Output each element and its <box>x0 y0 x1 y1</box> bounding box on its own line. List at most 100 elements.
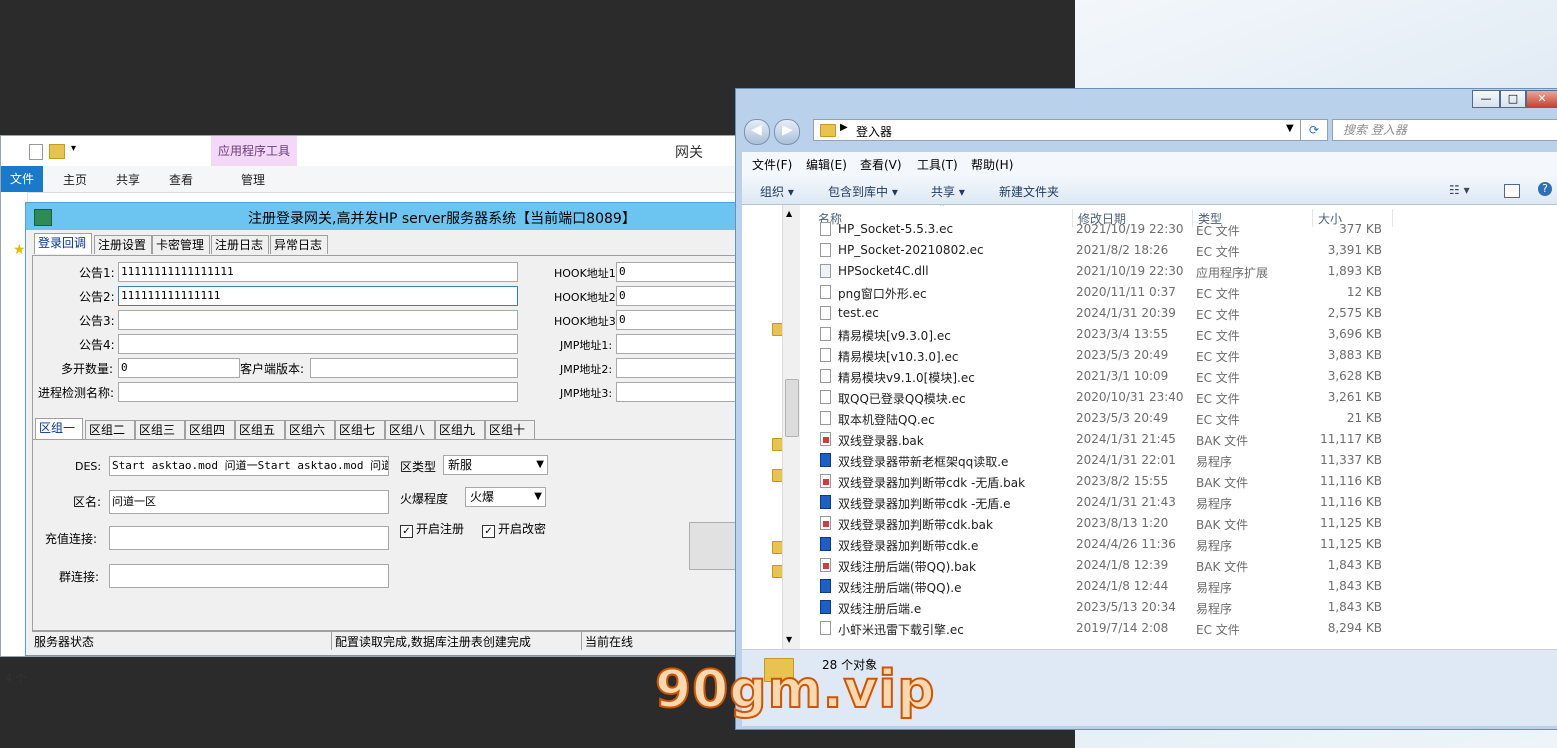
file-row[interactable]: 小虾米迅雷下载引擎.ec 2019/7/14 2:08 EC 文件 8,294 KB <box>800 618 1557 639</box>
recharge-input[interactable] <box>109 526 389 550</box>
status-bar: 服务器状态 配置读取完成,数据库注册表创建完成 当前在线 <box>32 631 741 650</box>
menu-help[interactable]: 帮助(H) <box>971 156 1013 173</box>
notice1-input[interactable]: 11111111111111111 <box>118 262 518 282</box>
tab-error-log[interactable]: 异常日志 <box>270 235 328 254</box>
file-row[interactable]: 双线注册后端.e 2023/5/13 20:34 易程序 1,843 KB <box>800 597 1557 618</box>
notice2-input[interactable]: 111111111111111 <box>118 286 518 306</box>
include-library-button[interactable]: 包含到库中 ▾ <box>828 183 898 200</box>
file-row[interactable]: 双线登录器加判断带cdk.e 2024/4/26 11:36 易程序 11,125 K… <box>800 534 1557 555</box>
tab-home[interactable]: 主页 <box>63 171 87 188</box>
file-row[interactable]: 双线注册后端(带QQ).bak 2024/1/8 12:39 BAK 文件 1,843… <box>800 555 1557 576</box>
file-row[interactable]: 双线登录器加判断带cdk.bak 2023/8/13 1:20 BAK 文件 11,1… <box>800 513 1557 534</box>
group-input[interactable] <box>109 564 389 588</box>
tab-register-settings[interactable]: 注册设置 <box>94 235 152 254</box>
tab-login-callback[interactable]: 登录回调 <box>34 233 92 254</box>
tab-zone-5[interactable]: 区组五 <box>235 420 285 439</box>
address-bar[interactable]: ▶ 登入器 ▼ <box>813 119 1301 141</box>
notice4-input[interactable] <box>118 334 518 354</box>
file-name: 双线登录器带新老框架qq读取.e <box>838 455 1009 469</box>
tab-file[interactable]: 文件 <box>1 166 43 192</box>
preview-pane-icon[interactable] <box>1504 184 1520 198</box>
minimize-button[interactable]: — <box>1472 90 1500 108</box>
file-row[interactable]: 精易模块v9.1.0[模块].ec 2021/3/1 10:09 EC 文件 3,62… <box>800 366 1557 387</box>
file-row[interactable]: 精易模块[v10.3.0].ec 2023/5/3 20:49 EC 文件 3,883… <box>800 345 1557 366</box>
tab-card-manage[interactable]: 卡密管理 <box>152 235 210 254</box>
hook2-input[interactable]: 0 <box>616 286 736 306</box>
zone-name-label: 区名: <box>73 495 102 509</box>
favorites-star-icon[interactable]: ★ <box>13 242 26 258</box>
file-row[interactable]: HPSocket4C.dll 2021/10/19 22:30 应用程序扩展 1,89… <box>800 261 1557 282</box>
file-row[interactable]: HP_Socket-5.5.3.ec 2021/10/19 22:30 EC 文件 3… <box>800 219 1557 240</box>
tab-zone-1[interactable]: 区组一 <box>35 418 83 439</box>
refresh-icon[interactable]: ⟳ <box>1300 119 1328 141</box>
file-row[interactable]: HP_Socket-20210802.ec 2021/8/2 18:26 EC 文件… <box>800 240 1557 261</box>
file-row[interactable]: 取本机登陆QQ.ec 2023/5/3 20:49 EC 文件 21 KB <box>800 408 1557 429</box>
organize-button[interactable]: 组织 ▾ <box>760 183 794 200</box>
tab-view[interactable]: 查看 <box>169 171 193 188</box>
file-list: 名称 ⌃ 修改日期 类型 大小 HP_Socket-5.5.3.ec 2021/1… <box>800 205 1557 649</box>
view-options-icon[interactable]: ☷ ▾ <box>1449 183 1470 197</box>
client-version-input[interactable] <box>310 358 518 378</box>
menu-file[interactable]: 文件(F) <box>752 156 792 173</box>
new-folder-icon[interactable] <box>49 144 65 159</box>
scroll-up-icon[interactable]: ▲ <box>786 209 792 218</box>
scroll-thumb[interactable] <box>785 379 799 437</box>
file-row[interactable]: 双线登录器加判断带cdk -无盾.e 2024/1/31 21:43 易程序 11,1… <box>800 492 1557 513</box>
tab-zone-2[interactable]: 区组二 <box>85 420 135 439</box>
multi-open-input[interactable]: 0 <box>118 358 240 378</box>
tab-zone-9[interactable]: 区组九 <box>435 420 485 439</box>
new-folder-button[interactable]: 新建文件夹 <box>999 183 1059 200</box>
tab-zone-7[interactable]: 区组七 <box>335 420 385 439</box>
sort-ascending-icon: ⌃ <box>938 205 946 213</box>
file-row[interactable]: 精易模块[v9.3.0].ec 2023/3/4 13:55 EC 文件 3,696 … <box>800 324 1557 345</box>
breadcrumb-arrow-icon[interactable]: ▶ <box>840 122 848 133</box>
open-change-pass-checkbox[interactable]: ✓ 开启改密 <box>482 520 546 538</box>
file-row[interactable]: 双线登录器加判断带cdk -无盾.bak 2023/8/2 15:55 BAK 文件… <box>800 471 1557 492</box>
tab-zone-8[interactable]: 区组八 <box>385 420 435 439</box>
file-row[interactable]: 双线登录器.bak 2024/1/31 21:45 BAK 文件 11,117 KB <box>800 429 1557 450</box>
des-input[interactable]: Start asktao.mod 问道一Start asktao.mod 问道一 <box>109 456 389 476</box>
menu-view[interactable]: 查看(V) <box>860 156 902 173</box>
file-row[interactable]: 双线登录器带新老框架qq读取.e 2024/1/31 22:01 易程序 11,337… <box>800 450 1557 471</box>
file-name: 取本机登陆QQ.ec <box>838 413 935 427</box>
close-button[interactable]: ✕ <box>1526 90 1557 108</box>
process-detect-input[interactable] <box>118 382 518 402</box>
menu-edit[interactable]: 编辑(E) <box>806 156 847 173</box>
search-input[interactable]: 搜索 登入器 <box>1332 119 1557 141</box>
share-button[interactable]: 共享 ▾ <box>931 183 965 200</box>
zone-type-select[interactable]: 新服 ▼ <box>443 455 548 475</box>
file-row[interactable]: 双线注册后端(带QQ).e 2024/1/8 12:44 易程序 1,843 KB <box>800 576 1557 597</box>
properties-icon[interactable] <box>29 144 43 160</box>
forward-button[interactable]: ▶ <box>774 119 800 145</box>
hot-level-select[interactable]: 火爆 ▼ <box>465 487 546 507</box>
hook1-input[interactable]: 0 <box>616 262 736 282</box>
tab-zone-6[interactable]: 区组六 <box>285 420 335 439</box>
help-icon[interactable]: ? <box>1538 182 1552 196</box>
file-date: 2023/3/4 13:55 <box>1076 327 1169 341</box>
qat-dropdown-icon[interactable]: ▾ <box>71 143 76 154</box>
tab-manage[interactable]: 管理 <box>241 171 265 188</box>
address-dropdown-icon[interactable]: ▼ <box>1286 123 1294 134</box>
tab-zone-4[interactable]: 区组四 <box>185 420 235 439</box>
tab-register-log[interactable]: 注册日志 <box>211 235 269 254</box>
jmp2-input[interactable] <box>616 358 736 378</box>
app-tools-tab[interactable]: 应用程序工具 <box>211 136 297 166</box>
jmp1-input[interactable] <box>616 334 736 354</box>
hook3-input[interactable]: 0 <box>616 310 736 330</box>
file-row[interactable]: 取QQ已登录QQ模块.ec 2020/10/31 23:40 EC 文件 3,261 … <box>800 387 1557 408</box>
maximize-button[interactable]: □ <box>1500 90 1526 108</box>
file-row[interactable]: test.ec 2024/1/31 20:39 EC 文件 2,575 KB <box>800 303 1557 324</box>
nav-scrollbar[interactable]: ▲ ▼ <box>782 205 800 649</box>
breadcrumb[interactable]: 登入器 <box>856 123 892 140</box>
menu-tools[interactable]: 工具(T) <box>917 156 958 173</box>
scroll-down-icon[interactable]: ▼ <box>786 635 792 644</box>
tab-zone-10[interactable]: 区组十 <box>485 420 535 439</box>
file-row[interactable]: png窗口外形.ec 2020/11/11 0:37 EC 文件 12 KB <box>800 282 1557 303</box>
notice3-input[interactable] <box>118 310 518 330</box>
zone-name-input[interactable]: 问道一区 <box>109 490 389 514</box>
tab-zone-3[interactable]: 区组三 <box>135 420 185 439</box>
jmp3-input[interactable] <box>616 382 736 402</box>
open-register-checkbox[interactable]: ✓ 开启注册 <box>400 520 464 538</box>
back-button[interactable]: ◀ <box>744 119 770 145</box>
tab-share[interactable]: 共享 <box>116 171 140 188</box>
